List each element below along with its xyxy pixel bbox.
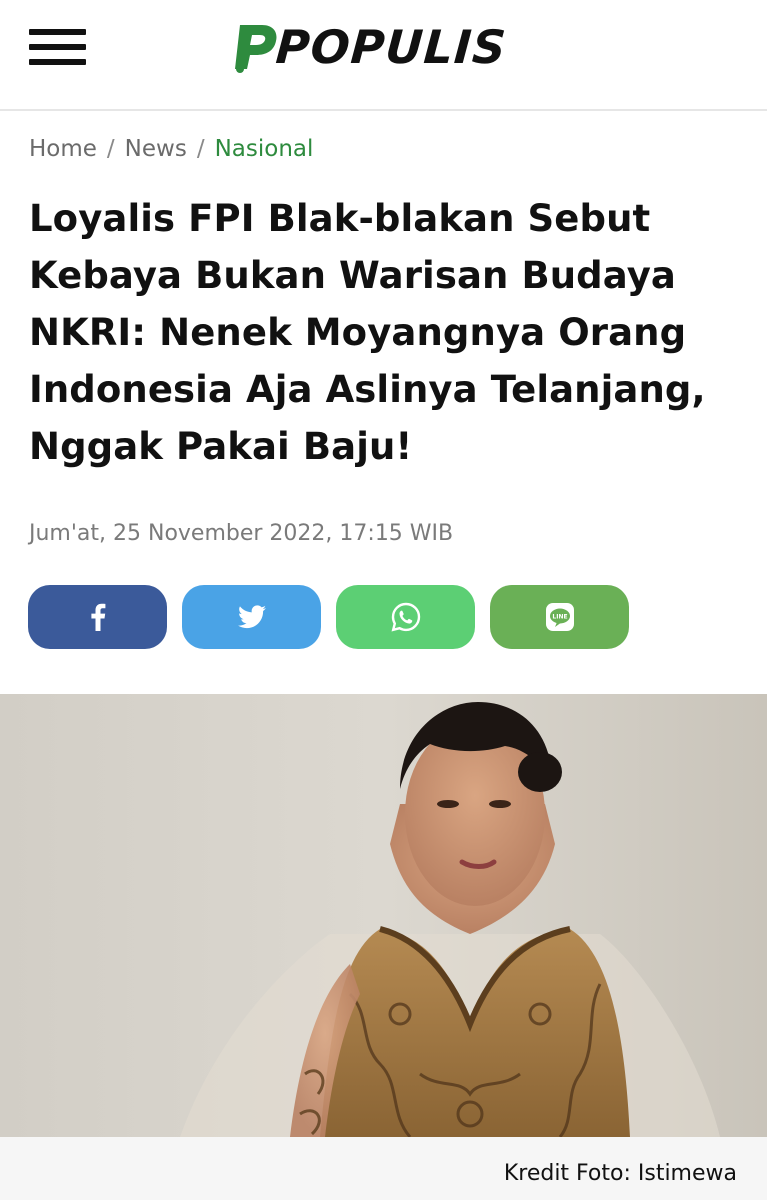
site-header: POPULIS [0, 0, 767, 111]
article-date: Jum'at, 25 November 2022, 17:15 WIB [29, 521, 454, 546]
share-line-button[interactable]: LINE [490, 585, 629, 649]
logo-text: POPULIS [274, 20, 509, 74]
share-whatsapp-button[interactable] [336, 585, 475, 649]
logo-mark-icon [235, 25, 277, 73]
share-facebook-button[interactable] [28, 585, 167, 649]
article-title: Loyalis FPI Blak-blakan Sebut Kebaya Buk… [29, 197, 706, 468]
breadcrumb: Home / News / Nasional [29, 134, 313, 164]
site-logo[interactable]: POPULIS [232, 20, 509, 74]
breadcrumb-separator: / [106, 136, 115, 162]
svg-text:LINE: LINE [552, 614, 567, 621]
share-twitter-button[interactable] [182, 585, 321, 649]
line-icon: LINE [545, 603, 574, 631]
facebook-icon [90, 603, 105, 631]
kebaya-photo [0, 694, 767, 1137]
breadcrumb-separator: / [196, 136, 205, 162]
twitter-icon [237, 605, 266, 629]
breadcrumb-nasional[interactable]: Nasional [215, 136, 314, 162]
whatsapp-icon [391, 602, 420, 632]
breadcrumb-home[interactable]: Home [29, 136, 97, 162]
article-hero-image [0, 694, 767, 1137]
breadcrumb-news[interactable]: News [125, 136, 187, 162]
share-buttons: LINE [28, 585, 629, 649]
menu-icon[interactable] [29, 27, 86, 67]
image-credit: Kredit Foto: Istimewa [503, 1161, 737, 1186]
